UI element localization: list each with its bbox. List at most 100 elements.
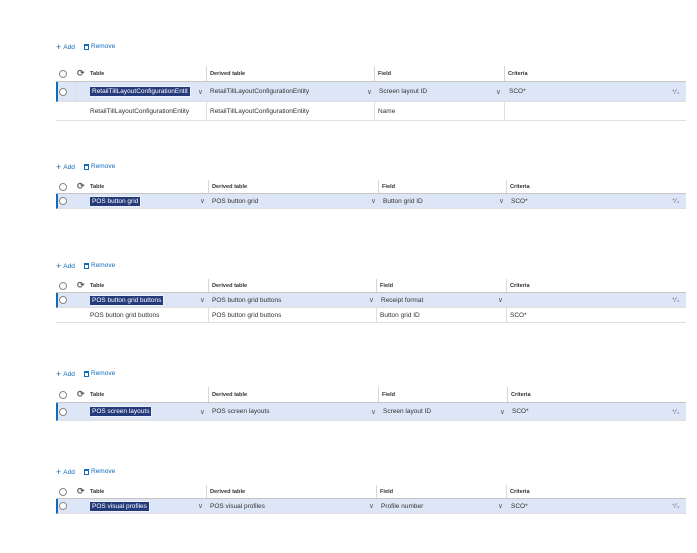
field-field[interactable]: Profile number ∨ bbox=[381, 499, 503, 513]
table-row[interactable]: POS button grid ∨ POS button grid ∨ Button… bbox=[56, 194, 686, 209]
header-label: Table bbox=[90, 70, 105, 77]
add-button[interactable]: + Add bbox=[56, 262, 75, 271]
add-column-icon[interactable]: ⁺⁄₊ bbox=[671, 502, 680, 510]
derived-table-field[interactable]: POS button grid ∨ bbox=[212, 194, 376, 208]
chevron-down-icon[interactable]: ∨ bbox=[496, 88, 501, 96]
row-select-radio[interactable] bbox=[59, 293, 67, 307]
refresh-button[interactable]: ⟳ bbox=[77, 387, 85, 402]
column-header-field[interactable]: Field bbox=[376, 485, 393, 498]
refresh-button[interactable]: ⟳ bbox=[77, 279, 85, 292]
column-header-criteria[interactable]: Criteria bbox=[506, 485, 530, 498]
criteria-field[interactable]: SCO* bbox=[509, 82, 629, 101]
row-select-radio[interactable] bbox=[59, 499, 67, 513]
column-header-table[interactable]: Table bbox=[90, 180, 104, 193]
remove-button[interactable]: Remove bbox=[84, 43, 115, 50]
chevron-down-icon[interactable]: ∨ bbox=[498, 502, 503, 510]
column-header-field[interactable]: Field bbox=[376, 279, 393, 292]
column-header-field[interactable]: Field bbox=[378, 180, 395, 193]
field-field[interactable]: Screen layout ID ∨ bbox=[379, 82, 501, 101]
add-column-icon[interactable]: ⁺⁄₊ bbox=[671, 197, 680, 205]
select-all-radio[interactable] bbox=[59, 485, 67, 498]
add-column-icon[interactable]: ⁺⁄₊ bbox=[671, 296, 680, 304]
column-header-derived-table[interactable]: Derived table bbox=[208, 279, 247, 292]
column-header-derived-table[interactable]: Derived table bbox=[206, 66, 245, 81]
table-row[interactable]: POS visual profiles ∨ POS visual profiles… bbox=[56, 499, 686, 514]
radio-icon bbox=[59, 69, 67, 78]
field-field[interactable]: Receipt format ∨ bbox=[381, 293, 503, 307]
chevron-down-icon[interactable]: ∨ bbox=[200, 197, 205, 205]
remove-button[interactable]: Remove bbox=[84, 370, 115, 377]
criteria-grid: ⟳ Table Derived table Field Criteria Ret… bbox=[56, 66, 686, 121]
column-header-derived-table[interactable]: Derived table bbox=[208, 180, 247, 193]
grid-header-row: ⟳ Table Derived table Field Criteria bbox=[56, 279, 686, 293]
chevron-down-icon[interactable]: ∨ bbox=[200, 408, 205, 416]
row-select-radio[interactable] bbox=[59, 82, 67, 101]
chevron-down-icon[interactable]: ∨ bbox=[371, 408, 376, 416]
refresh-button[interactable]: ⟳ bbox=[77, 180, 85, 193]
derived-table-field[interactable]: POS visual profiles ∨ bbox=[210, 499, 374, 513]
remove-button[interactable]: Remove bbox=[84, 262, 115, 269]
column-header-derived-table[interactable]: Derived table bbox=[206, 485, 245, 498]
column-header-field[interactable]: Field bbox=[378, 387, 395, 402]
add-button[interactable]: + Add bbox=[56, 370, 75, 379]
criteria-field[interactable]: SCO* bbox=[511, 499, 631, 513]
criteria-field[interactable]: SCO* bbox=[512, 403, 632, 420]
select-all-radio[interactable] bbox=[59, 66, 67, 81]
remove-button[interactable]: Remove bbox=[84, 468, 115, 475]
trash-icon bbox=[84, 262, 89, 269]
row-select-radio[interactable] bbox=[59, 403, 67, 420]
table-row[interactable]: POS button grid buttons POS button grid … bbox=[56, 308, 686, 323]
add-button[interactable]: + Add bbox=[56, 163, 75, 172]
chevron-down-icon[interactable]: ∨ bbox=[500, 408, 505, 416]
select-all-radio[interactable] bbox=[59, 387, 67, 402]
column-header-table[interactable]: Table bbox=[90, 485, 104, 498]
radio-icon bbox=[59, 197, 67, 205]
add-column-icon[interactable]: ⁺⁄₊ bbox=[671, 88, 680, 96]
add-button[interactable]: + Add bbox=[56, 468, 75, 477]
criteria-field[interactable]: SCO* bbox=[511, 194, 631, 208]
add-column-icon[interactable]: ⁺⁄₊ bbox=[671, 408, 680, 416]
select-all-radio[interactable] bbox=[59, 279, 67, 292]
derived-table-field[interactable]: POS screen layouts ∨ bbox=[212, 403, 376, 420]
derived-table-field[interactable]: POS button grid buttons ∨ bbox=[212, 293, 374, 307]
column-header-criteria[interactable]: Criteria bbox=[504, 66, 528, 81]
column-header-table[interactable]: Table bbox=[90, 279, 104, 292]
table-row[interactable]: POS button grid buttons ∨ POS button grid… bbox=[56, 293, 686, 308]
table-field[interactable]: POS button grid ∨ bbox=[90, 194, 207, 208]
add-button[interactable]: + Add bbox=[56, 43, 75, 52]
table-field[interactable]: RetailTillLayoutConfigurationEntit ∨ bbox=[90, 82, 205, 101]
table-field[interactable]: POS visual profiles ∨ bbox=[90, 499, 205, 513]
column-header-derived-table[interactable]: Derived table bbox=[208, 387, 247, 402]
table-row[interactable]: RetailTillLayoutConfigurationEntity Reta… bbox=[56, 102, 686, 121]
chevron-down-icon[interactable]: ∨ bbox=[371, 197, 376, 205]
chevron-down-icon[interactable]: ∨ bbox=[198, 502, 203, 510]
table-field[interactable]: POS button grid buttons ∨ bbox=[90, 293, 207, 307]
chevron-down-icon[interactable]: ∨ bbox=[198, 88, 203, 96]
column-header-criteria[interactable]: Criteria bbox=[506, 279, 530, 292]
chevron-down-icon[interactable]: ∨ bbox=[369, 296, 374, 304]
table-row[interactable]: POS screen layouts ∨ POS screen layouts ∨ … bbox=[56, 403, 686, 421]
column-header-table[interactable]: Table bbox=[90, 66, 104, 81]
refresh-button[interactable]: ⟳ bbox=[77, 485, 85, 498]
row-select-radio[interactable] bbox=[59, 194, 67, 208]
refresh-button[interactable]: ⟳ bbox=[77, 66, 85, 81]
table-row[interactable]: RetailTillLayoutConfigurationEntit ∨ Reta… bbox=[56, 82, 686, 102]
remove-label: Remove bbox=[91, 163, 116, 170]
remove-button[interactable]: Remove bbox=[84, 163, 115, 170]
column-header-field[interactable]: Field bbox=[374, 66, 391, 81]
table-field[interactable]: POS screen layouts ∨ bbox=[90, 403, 207, 420]
chevron-down-icon[interactable]: ∨ bbox=[498, 296, 503, 304]
column-header-criteria[interactable]: Criteria bbox=[507, 387, 531, 402]
chevron-down-icon[interactable]: ∨ bbox=[499, 197, 504, 205]
chevron-down-icon[interactable]: ∨ bbox=[369, 502, 374, 510]
criteria-value: SCO* bbox=[510, 311, 527, 319]
column-header-table[interactable]: Table bbox=[90, 387, 104, 402]
field-field[interactable]: Button grid ID ∨ bbox=[383, 194, 504, 208]
chevron-down-icon[interactable]: ∨ bbox=[367, 88, 372, 96]
criteria-field[interactable] bbox=[511, 293, 631, 307]
select-all-radio[interactable] bbox=[59, 180, 67, 193]
derived-table-field[interactable]: RetailTillLayoutConfigurationEntity ∨ bbox=[210, 82, 372, 101]
column-header-criteria[interactable]: Criteria bbox=[506, 180, 530, 193]
field-field[interactable]: Screen layout ID ∨ bbox=[383, 403, 505, 420]
chevron-down-icon[interactable]: ∨ bbox=[200, 296, 205, 304]
